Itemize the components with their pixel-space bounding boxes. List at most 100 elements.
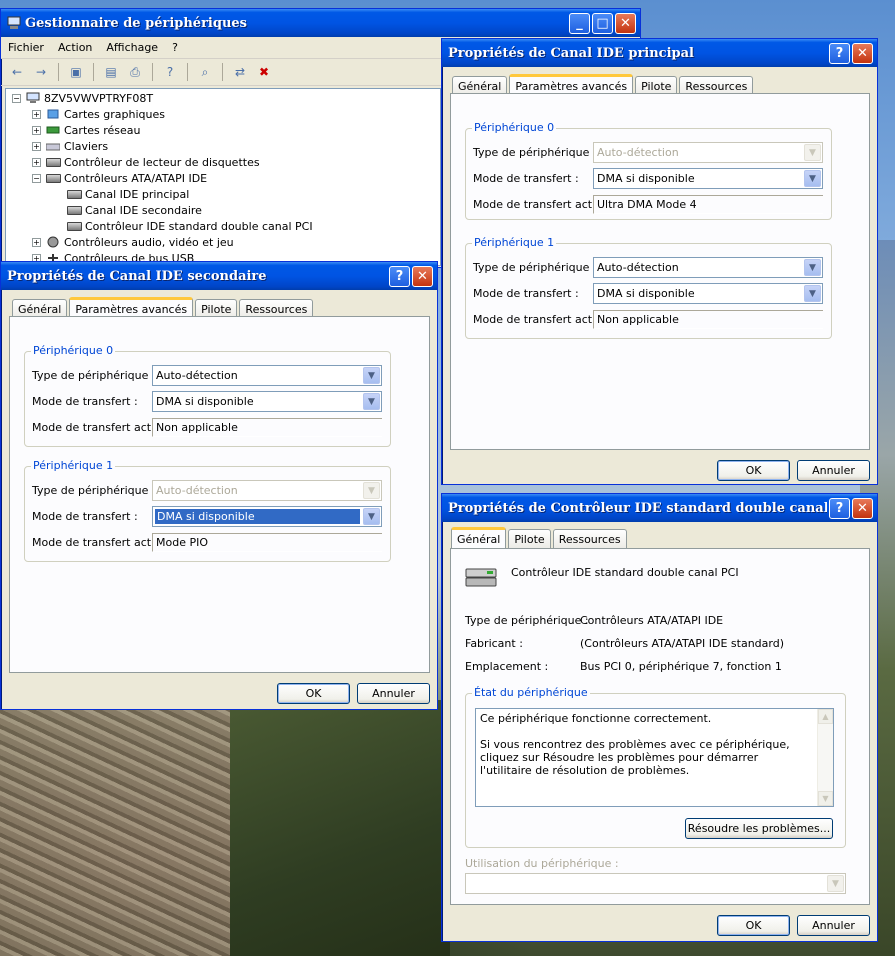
tree-item-audio-video[interactable]: + Contrôleurs audio, vidéo et jeu	[32, 234, 234, 250]
tree-item-label: Cartes réseau	[64, 123, 141, 137]
tree-item-label: Contrôleurs ATA/ATAPI IDE	[64, 171, 208, 185]
vertical-scrollbar[interactable]: ▲ ▼	[817, 709, 833, 806]
back-button[interactable]: ←	[7, 62, 27, 82]
close-button[interactable]: ✕	[852, 497, 873, 519]
transfer-mode-select[interactable]: DMA si disponible ▼	[152, 391, 382, 412]
tab-general[interactable]: Général	[451, 527, 507, 549]
ok-button[interactable]: OK	[717, 915, 790, 936]
device-status-text[interactable]: Ce périphérique fonctionne correctement.…	[475, 708, 834, 807]
toolbar-separator	[222, 63, 223, 81]
tree-item-display-adapters[interactable]: + Cartes graphiques	[32, 106, 165, 122]
device-manager-titlebar[interactable]: Gestionnaire de périphériques _ □ ✕	[1, 9, 640, 37]
tree-item-floppy-controller[interactable]: + Contrôleur de lecteur de disquettes	[32, 154, 260, 170]
menu-view[interactable]: Affichage	[99, 41, 165, 54]
close-icon: ✕	[620, 15, 631, 31]
transfer-mode-label: Mode de transfert :	[473, 172, 579, 185]
ok-button[interactable]: OK	[717, 460, 790, 481]
device-type-label: Type de périphérique :	[465, 614, 589, 627]
tree-item-secondary-channel[interactable]: Canal IDE secondaire	[66, 202, 202, 218]
tree-item-primary-channel[interactable]: Canal IDE principal	[66, 186, 189, 202]
tree-item-label: Contrôleur IDE standard double canal PCI	[85, 219, 313, 233]
controller-icon	[45, 171, 61, 185]
cancel-button[interactable]: Annuler	[797, 460, 870, 481]
help-button[interactable]: ?	[829, 497, 850, 519]
disable-device-button[interactable]: ⇄	[230, 62, 250, 82]
maximize-button[interactable]: □	[592, 12, 613, 34]
ide-channel-icon	[66, 187, 82, 201]
active-transfer-mode-label: Mode de transfert actif :	[473, 313, 607, 326]
chevron-down-icon[interactable]: ▼	[804, 285, 821, 302]
ok-button[interactable]: OK	[277, 683, 350, 704]
chevron-down-icon[interactable]: ▼	[804, 259, 821, 276]
location-value: Bus PCI 0, périphérique 7, fonction 1	[580, 660, 782, 673]
transfer-mode-select[interactable]: DMA si disponible ▼	[593, 168, 823, 189]
tree-root[interactable]: − 8ZV5VWVPTRYF08T	[12, 90, 153, 106]
chevron-down-icon[interactable]: ▼	[363, 393, 380, 410]
active-transfer-mode-label: Mode de transfert actif :	[32, 421, 166, 434]
controller-dialog-title: Propriétés de Contrôleur IDE standard do…	[448, 500, 827, 516]
group-title: Périphérique 1	[472, 236, 557, 249]
chevron-down-icon[interactable]: ▼	[804, 170, 821, 187]
device-usage-label: Utilisation du périphérique :	[465, 857, 619, 870]
show-hide-tree-button[interactable]: ▣	[66, 62, 86, 82]
expand-icon[interactable]: +	[32, 109, 41, 119]
troubleshoot-button[interactable]: Résoudre les problèmes...	[685, 818, 833, 839]
help-button[interactable]: ?	[389, 265, 410, 287]
properties-button[interactable]: ▤	[101, 62, 121, 82]
expand-icon[interactable]: +	[32, 237, 41, 247]
collapse-icon[interactable]: −	[12, 93, 21, 103]
tab-resources[interactable]: Ressources	[552, 529, 627, 548]
close-button[interactable]: ✕	[852, 42, 873, 64]
chevron-down-icon[interactable]: ▼	[363, 508, 380, 525]
chevron-down-icon[interactable]: ▼	[363, 367, 380, 384]
location-label: Emplacement :	[465, 660, 549, 673]
device-type-select[interactable]: Auto-détection ▼	[593, 257, 823, 278]
active-transfer-mode-field: Mode PIO	[152, 533, 382, 552]
cancel-button[interactable]: Annuler	[357, 683, 430, 704]
transfer-mode-label: Mode de transfert :	[32, 395, 138, 408]
close-button[interactable]: ✕	[412, 265, 433, 287]
print-button[interactable]: ⎙	[125, 62, 145, 82]
cancel-button[interactable]: Annuler	[797, 915, 870, 936]
help-icon: ?	[395, 268, 404, 284]
device-manager-title: Gestionnaire de périphériques	[25, 15, 247, 31]
forward-button[interactable]: →	[31, 62, 51, 82]
tree-item-ata-controllers[interactable]: − Contrôleurs ATA/ATAPI IDE	[32, 170, 207, 186]
help-button[interactable]: ?	[829, 42, 850, 64]
collapse-icon[interactable]: −	[32, 173, 41, 183]
scroll-down-icon[interactable]: ▼	[818, 791, 833, 806]
tree-item-label: Cartes graphiques	[64, 107, 165, 121]
menu-action[interactable]: Action	[51, 41, 99, 54]
status-line: Ce périphérique fonctionne correctement.	[480, 712, 712, 725]
tree-item-network-adapters[interactable]: + Cartes réseau	[32, 122, 141, 138]
menu-file[interactable]: Fichier	[1, 41, 51, 54]
console-tree-icon: ▣	[70, 65, 82, 79]
tab-driver[interactable]: Pilote	[508, 529, 551, 548]
device-type-value: Auto-détection	[597, 146, 679, 159]
device-type-select[interactable]: Auto-détection ▼	[152, 365, 382, 386]
tree-item-pci-ide-controller[interactable]: Contrôleur IDE standard double canal PCI	[66, 218, 313, 234]
group-title: État du périphérique	[472, 686, 590, 699]
scroll-up-icon[interactable]: ▲	[818, 709, 833, 724]
primary-channel-dialog: Propriétés de Canal IDE principal ? ✕ Gé…	[441, 38, 878, 485]
controller-dialog-titlebar[interactable]: Propriétés de Contrôleur IDE standard do…	[442, 494, 877, 522]
transfer-mode-select[interactable]: DMA si disponible ▼	[593, 283, 823, 304]
minimize-button[interactable]: _	[569, 12, 590, 34]
tree-item-keyboards[interactable]: + Claviers	[32, 138, 108, 154]
scan-hardware-button[interactable]: ⌕	[195, 62, 215, 82]
uninstall-device-button[interactable]: ✖	[254, 62, 274, 82]
expand-icon[interactable]: +	[32, 157, 41, 167]
secondary-dialog-titlebar[interactable]: Propriétés de Canal IDE secondaire ? ✕	[1, 262, 437, 290]
primary-dialog-titlebar[interactable]: Propriétés de Canal IDE principal ? ✕	[442, 39, 877, 67]
group-title: Périphérique 0	[472, 121, 557, 134]
help-button[interactable]: ?	[160, 62, 180, 82]
close-icon: ✕	[417, 268, 428, 284]
expand-icon[interactable]: +	[32, 141, 41, 151]
close-button[interactable]: ✕	[615, 12, 636, 34]
menu-help[interactable]: ?	[165, 41, 185, 54]
device0-group: Périphérique 0 Type de périphérique : Au…	[465, 121, 832, 220]
disable-device-icon: ⇄	[234, 65, 246, 79]
expand-icon[interactable]: +	[32, 125, 41, 135]
transfer-mode-select[interactable]: DMA si disponible ▼	[152, 506, 382, 527]
computer-icon	[25, 91, 41, 105]
